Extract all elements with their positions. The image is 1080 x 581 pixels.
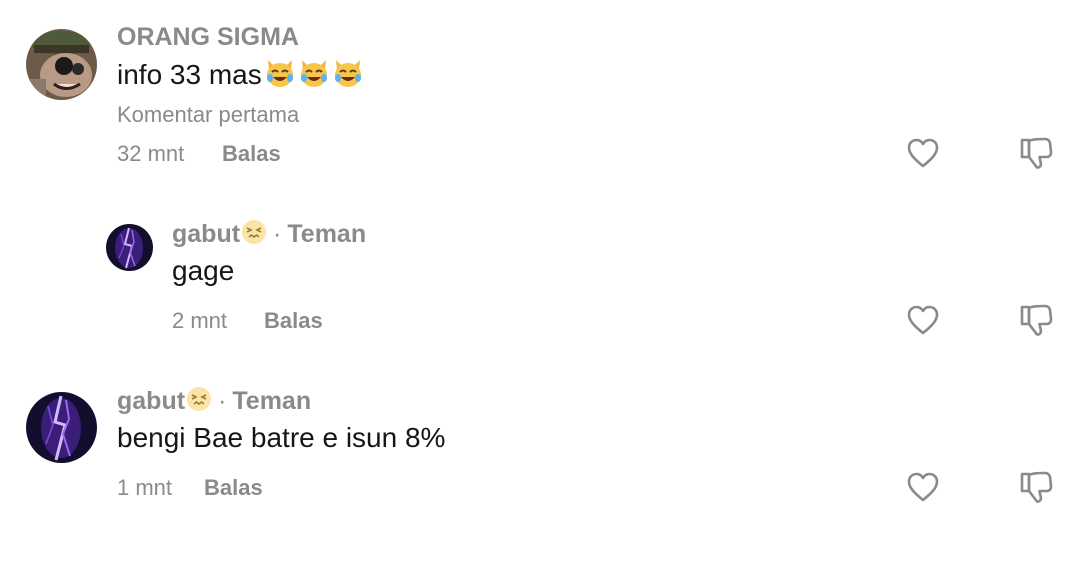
separator-dot: · <box>218 387 227 415</box>
first-comment-label: Komentar pertama <box>117 102 300 127</box>
avatar[interactable] <box>26 29 97 100</box>
username-text: gabut <box>117 387 186 415</box>
reply-button[interactable]: Balas <box>204 475 263 501</box>
reply-button[interactable]: Balas <box>222 141 281 167</box>
comment-time: 32 mnt <box>117 141 185 166</box>
separator-dot: · <box>273 220 282 248</box>
comment-time: 1 mnt <box>117 475 173 500</box>
cat-tears-of-joy-emoji-icon <box>264 58 296 95</box>
comment-text: gage <box>172 255 235 286</box>
confounded-face-emoji-icon <box>186 386 212 419</box>
avatar[interactable] <box>106 224 153 271</box>
like-button[interactable] <box>903 133 943 173</box>
username[interactable]: gabut · Teman <box>117 386 311 419</box>
comment-text-content: info 33 mas <box>117 59 262 90</box>
heart-outline-icon <box>907 305 939 335</box>
username[interactable]: ORANG SIGMA <box>117 23 299 52</box>
comment-text: bengi Bae batre e isun 8% <box>117 422 446 453</box>
like-button[interactable] <box>903 300 943 340</box>
thumbs-down-outline-icon <box>1020 137 1053 169</box>
confounded-face-emoji-icon <box>241 219 267 252</box>
relation-label: Teman <box>232 387 312 415</box>
reply-comment-item: gabut · Teman gage 2 mnt Balas <box>0 190 1080 360</box>
reply-button[interactable]: Balas <box>264 308 323 334</box>
relation-label: Teman <box>287 220 367 248</box>
comment-item: gabut · Teman bengi Bae batre e isun 8% 1 … <box>0 360 1080 581</box>
cat-tears-of-joy-emoji-icon <box>298 58 330 95</box>
like-button[interactable] <box>903 467 943 507</box>
username-text: gabut <box>172 220 241 248</box>
username[interactable]: gabut · Teman <box>172 219 366 252</box>
thumbs-down-outline-icon <box>1020 471 1053 503</box>
heart-outline-icon <box>907 472 939 502</box>
cat-tears-of-joy-emoji-icon <box>332 58 364 95</box>
dislike-button[interactable] <box>1016 300 1056 340</box>
comment-item: ORANG SIGMA info 33 mas Komentar pertama… <box>0 0 1080 190</box>
comment-time: 2 mnt <box>172 308 228 333</box>
heart-outline-icon <box>907 138 939 168</box>
thumbs-down-outline-icon <box>1020 304 1053 336</box>
dislike-button[interactable] <box>1016 133 1056 173</box>
dislike-button[interactable] <box>1016 467 1056 507</box>
comment-text: info 33 mas <box>117 58 364 95</box>
avatar[interactable] <box>26 392 97 463</box>
